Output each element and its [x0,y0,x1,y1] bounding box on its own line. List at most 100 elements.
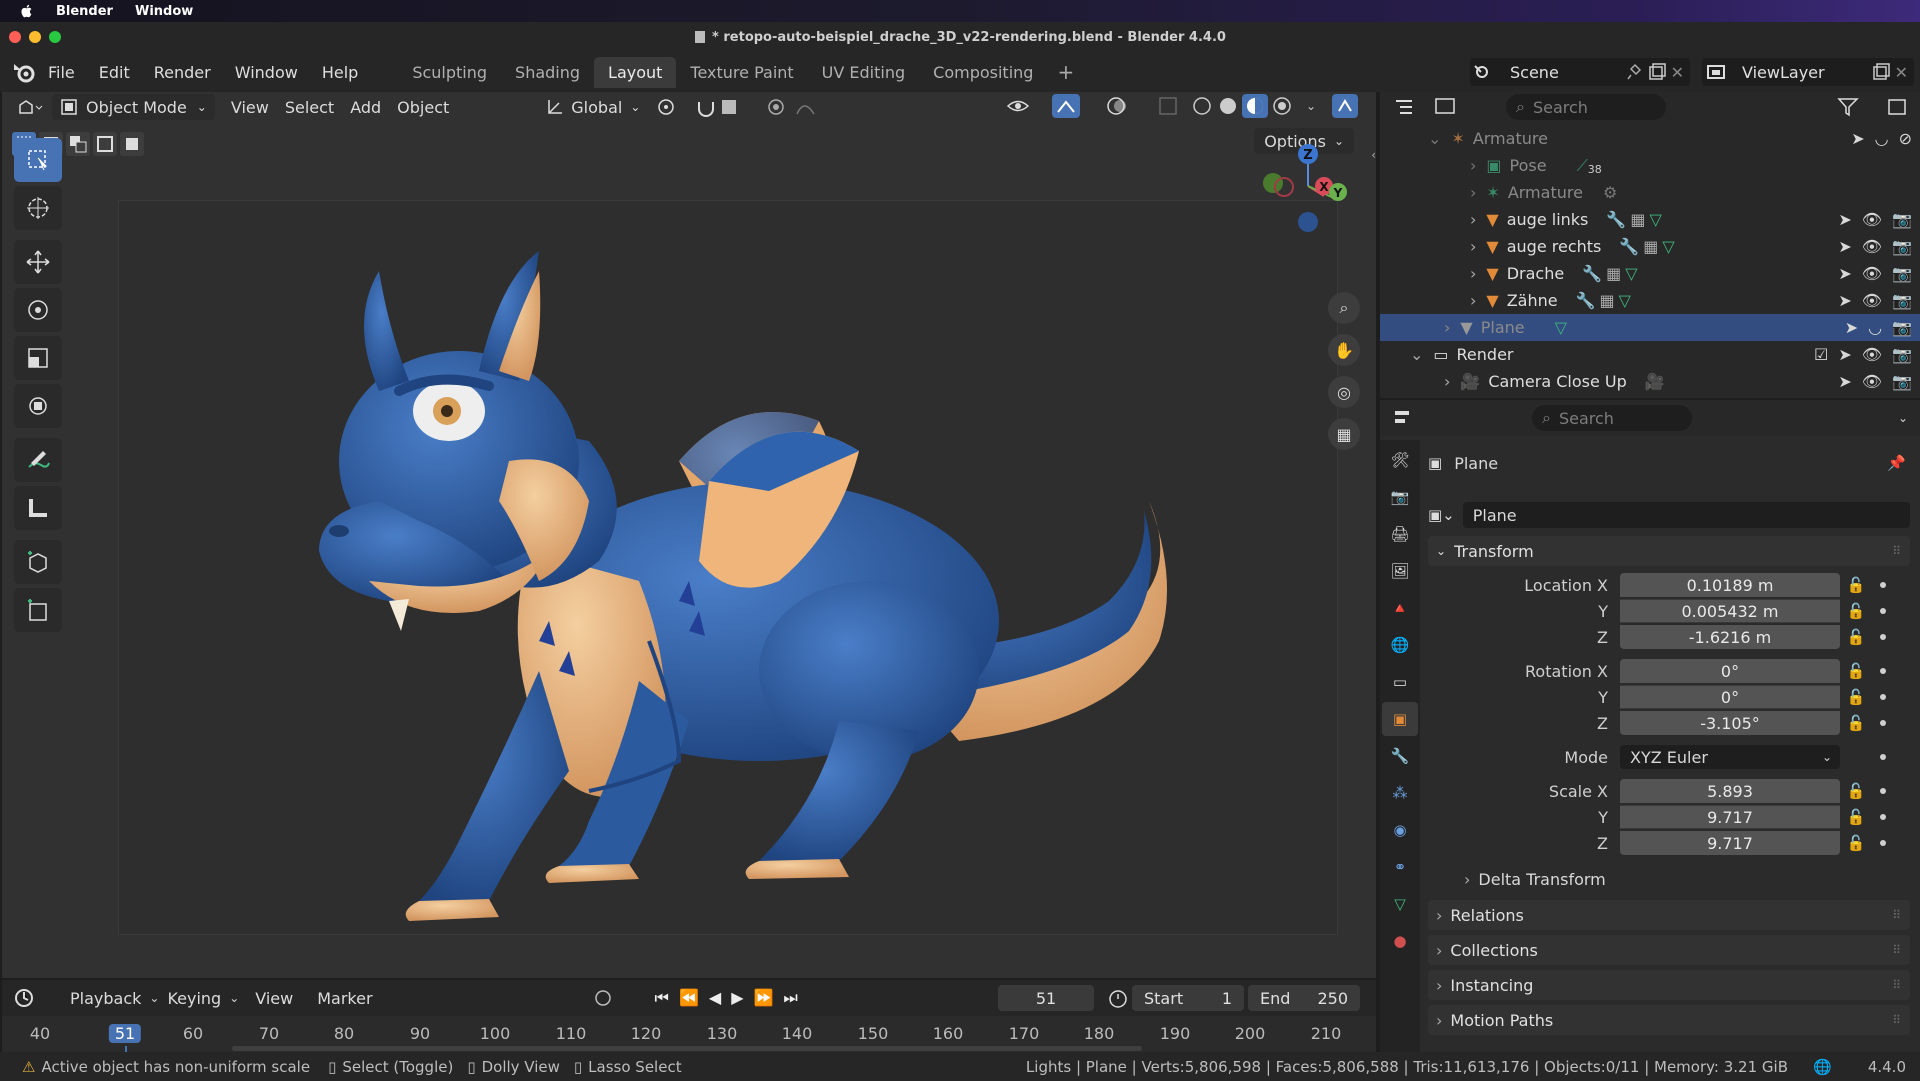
proportional-editing-icon[interactable] [764,96,794,118]
chevron-right-icon[interactable]: › [1444,318,1450,337]
rotation-x-field[interactable]: 0° [1620,659,1840,683]
camera-icon[interactable]: 📷 [1892,345,1912,364]
view-layer-selector[interactable]: ViewLayer ✕ [1702,58,1914,86]
delta-transform-subpanel[interactable]: › Delta Transform [1444,870,1606,889]
new-collection-icon[interactable] [1886,95,1910,119]
tab-scene[interactable]: 🔺 [1382,591,1418,625]
lock-icon[interactable]: 🔓 [1846,688,1866,706]
camera-icon[interactable]: 📷 [1892,291,1912,310]
outliner-row-pose[interactable]: › ▣ Pose ⟋ 38 [1380,152,1920,179]
viewport-menu-view[interactable]: View [223,94,277,120]
annotate-tool[interactable] [14,438,62,482]
chevron-down-icon[interactable]: ⌄ [1898,411,1908,425]
tab-texture-paint[interactable]: Texture Paint [676,57,807,88]
chevron-right-icon[interactable]: › [1470,291,1476,310]
tab-layout[interactable]: Layout [594,56,677,88]
zoom-icon[interactable]: ⌕ [1328,292,1360,324]
navigation-gizmo[interactable]: Z X Y [1252,140,1352,240]
lock-icon[interactable]: 🔓 [1846,576,1866,594]
collections-panel-header[interactable]: › Collections ⠿ [1428,935,1910,965]
keyframe-dot-icon[interactable] [1880,814,1886,820]
jump-start-icon[interactable]: ⏮ [655,988,669,1008]
relations-panel-header[interactable]: › Relations ⠿ [1428,900,1910,930]
lock-icon[interactable]: 🔓 [1846,808,1866,826]
menu-edit[interactable]: Edit [87,63,142,82]
lock-icon[interactable]: 🔓 [1846,602,1866,620]
measure-tool[interactable] [14,486,62,530]
eye-icon[interactable]: 👁 [1862,372,1882,391]
tab-collection[interactable]: ▭ [1382,665,1418,699]
snap-icon[interactable] [694,96,718,118]
timeline-menu-keying[interactable]: Keying [159,985,229,1011]
viewport-menu-add[interactable]: Add [342,94,389,120]
tab-constraints[interactable]: ⚭ [1382,850,1418,884]
chevron-right-icon[interactable]: › [1444,372,1450,391]
eye-icon[interactable]: 👁 [1862,264,1882,283]
keyframe-dot-icon[interactable] [1880,634,1886,640]
keyframe-dot-icon[interactable] [1880,608,1886,614]
camera-view-icon[interactable]: ◎ [1328,376,1360,408]
apple-icon[interactable] [20,4,34,18]
editor-type-button[interactable] [8,94,52,120]
play-icon[interactable]: ▶ [731,988,743,1008]
visibility-eye-icon[interactable] [1006,94,1046,118]
transform-panel-header[interactable]: ⌄ Transform ⠿ [1428,536,1910,566]
extra-tool[interactable] [14,588,62,632]
select-box-tool[interactable] [14,138,62,182]
start-frame-field[interactable]: Start 1 [1132,985,1244,1011]
drag-handle-icon[interactable]: ⠿ [1892,544,1902,558]
eye-icon[interactable]: 👁 [1862,345,1882,364]
outliner-row-render[interactable]: ⌄ ▭ Render ☑ ➤ 👁 📷 [1380,341,1920,368]
xray-icon[interactable] [1156,94,1184,118]
keyframe-dot-icon[interactable] [1880,694,1886,700]
outliner-search-input[interactable]: ⌕ Search [1506,94,1666,120]
select-arrow-icon[interactable]: ➤ [1838,372,1851,391]
pan-hand-icon[interactable]: ✋ [1328,334,1360,366]
tab-uv-editing[interactable]: UV Editing [808,57,919,88]
tab-material[interactable]: ● [1382,924,1418,958]
keyframe-dot-icon[interactable] [1880,754,1886,760]
minimize-window-button[interactable] [29,31,41,43]
display-mode-icon[interactable] [1432,95,1472,119]
select-intersect-icon[interactable] [120,132,144,156]
outliner-row-camera-close-up[interactable]: › 🎥 Camera Close Up 🎥 ➤ 👁 📷 [1380,368,1920,395]
current-frame-indicator[interactable]: 51 [108,1024,142,1043]
camera-icon[interactable]: 📷 [1892,318,1912,337]
tab-compositing[interactable]: Compositing [919,57,1047,88]
transform-orientation-dropdown[interactable]: Global ⌄ [537,94,648,120]
new-view-layer-icon[interactable] [1872,63,1890,81]
snap-target-icon[interactable] [718,96,754,118]
outliner-editor-icon[interactable] [1392,95,1432,119]
rotation-y-field[interactable]: 0° [1620,685,1840,709]
chevron-right-icon[interactable]: › [1470,156,1476,175]
outliner-row-plane[interactable]: › ▼ Plane ▽ ➤ ◡ 📷 [1380,314,1920,341]
select-arrow-icon[interactable]: ➤ [1845,318,1858,337]
drag-handle-icon[interactable]: ⠿ [1892,943,1902,957]
current-frame-field[interactable]: 51 [998,985,1094,1011]
camera-icon[interactable]: 📷 [1892,210,1912,229]
menu-help[interactable]: Help [310,63,370,82]
menu-render[interactable]: Render [142,63,223,82]
timeline-ruler[interactable]: 40 51 60 70 80 90 100 110 120 130 140 15… [2,1016,1376,1052]
outliner-row-auge-rechts[interactable]: › ▼ auge rechts 🔧 ▦ ▽ ➤ 👁 📷 [1380,233,1920,260]
select-subtract-icon[interactable] [66,132,90,156]
keyframe-dot-icon[interactable] [1880,582,1886,588]
shading-mode-icons[interactable] [1190,94,1300,118]
viewport-menu-object[interactable]: Object [389,94,457,120]
jump-keyframe-back-icon[interactable]: ⏪ [679,988,699,1008]
location-z-field[interactable]: -1.6216 m [1620,625,1840,649]
select-arrow-icon[interactable]: ➤ [1838,291,1851,310]
timeline-menu-view[interactable]: View [247,985,301,1011]
drag-handle-icon[interactable]: ⠿ [1892,978,1902,992]
falloff-icon[interactable] [794,96,824,118]
lock-icon[interactable]: 🔓 [1846,782,1866,800]
play-reverse-icon[interactable]: ◀ [709,988,721,1008]
timeline-scrollbar[interactable] [232,1046,1142,1051]
close-window-button[interactable] [9,31,21,43]
checkbox-checked-icon[interactable]: ☑ [1814,345,1828,364]
pivot-point-icon[interactable] [654,96,694,118]
rotate-tool[interactable] [14,288,62,332]
collapse-sidebar-icon[interactable]: ‹ [1371,148,1376,162]
select-arrow-icon[interactable]: ➤ [1838,237,1851,256]
chevron-right-icon[interactable]: › [1470,183,1476,202]
